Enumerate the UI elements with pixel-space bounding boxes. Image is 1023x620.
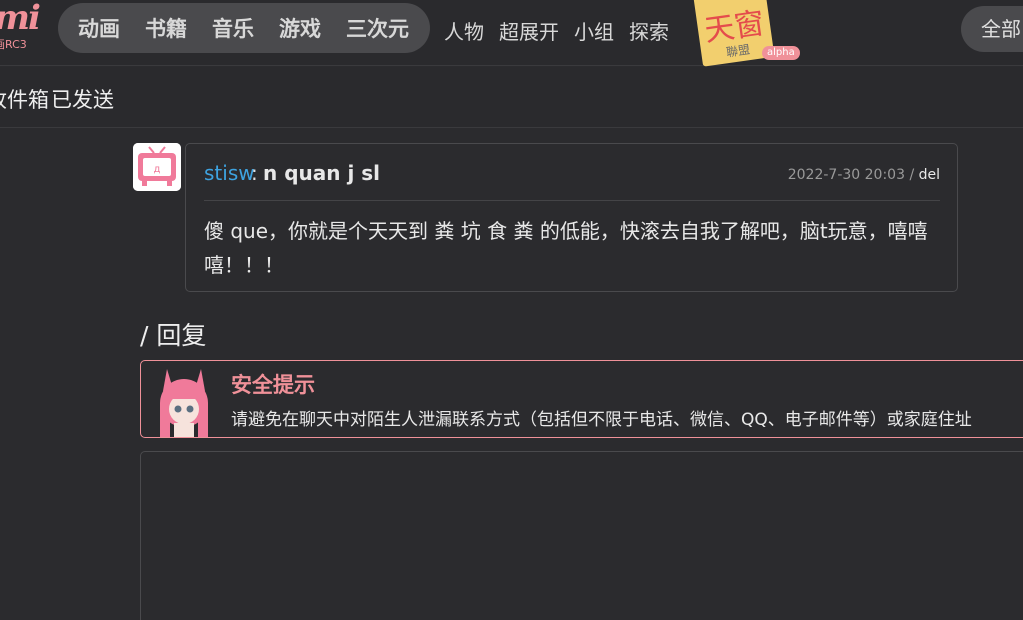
avatar[interactable]: д — [133, 143, 181, 191]
message-header: stisw : n quan j sl 2022-7-30 20:03 / de… — [204, 161, 940, 201]
nav-people[interactable]: 人物 — [444, 16, 484, 45]
nav-games[interactable]: 游戏 — [279, 13, 321, 43]
reply-heading: / 回复 — [140, 321, 207, 350]
reply-textarea[interactable] — [140, 451, 1023, 620]
delete-link[interactable]: del — [919, 167, 940, 183]
svg-text:д: д — [154, 164, 161, 175]
message-date: 2022-7-30 20:03 — [787, 167, 905, 183]
message-meta: 2022-7-30 20:03 / del — [788, 167, 940, 183]
pm-tabs: 收件箱 已发送 — [0, 67, 1023, 128]
logo-mark: mi — [0, 0, 41, 38]
meta-separator: / — [909, 167, 915, 183]
tianchuang-sub: 聯盟 — [725, 42, 751, 60]
logo-subtitle: 画RC3 — [0, 38, 27, 51]
tab-sent[interactable]: 已发送 — [51, 84, 114, 114]
tv-avatar-icon: д — [133, 143, 181, 191]
message-card: stisw : n quan j sl 2022-7-30 20:03 / de… — [185, 143, 958, 292]
sender-link[interactable]: stisw — [204, 161, 255, 185]
main-nav: 动画 书籍 音乐 游戏 三次元 — [58, 3, 430, 53]
mascot-icon — [160, 369, 208, 437]
safety-text: 请避免在聊天中对陌生人泄漏联系方式（包括但不限于电话、微信、QQ、电子邮件等）或… — [231, 410, 972, 430]
site-header: mi 画RC3 动画 书籍 音乐 游戏 三次元 人物 超展开 小组 探索 天窗 … — [0, 0, 1023, 67]
nav-explore[interactable]: 探索 — [629, 16, 669, 45]
sender-colon: : — [251, 161, 258, 185]
nav-music[interactable]: 音乐 — [212, 13, 254, 43]
nav-books[interactable]: 书籍 — [145, 13, 187, 43]
nav-forum[interactable]: 超展开 — [499, 16, 559, 45]
site-logo[interactable]: mi 画RC3 — [0, 0, 44, 56]
alpha-badge: alpha — [762, 46, 800, 60]
safety-notice: 安全提示 请避免在聊天中对陌生人泄漏联系方式（包括但不限于电话、微信、QQ、电子… — [140, 360, 1023, 438]
tianchuang-banner[interactable]: 天窗 聯盟 alpha — [690, 0, 805, 67]
nav-groups[interactable]: 小组 — [574, 16, 614, 45]
tab-inbox[interactable]: 收件箱 — [0, 84, 49, 114]
nav-real[interactable]: 三次元 — [346, 13, 409, 43]
nav-anime[interactable]: 动画 — [78, 13, 120, 43]
search-scope-button[interactable]: 全部 — [961, 6, 1023, 52]
safety-title: 安全提示 — [231, 373, 315, 397]
sub-nav: 人物 超展开 小组 探索 — [444, 16, 684, 45]
message-subject: n quan j sl — [263, 161, 381, 185]
message-body: 傻 que，你就是个天天到 粪 坑 食 粪 的低能，快滚去自我了解吧，脑t玩意，… — [204, 219, 928, 277]
